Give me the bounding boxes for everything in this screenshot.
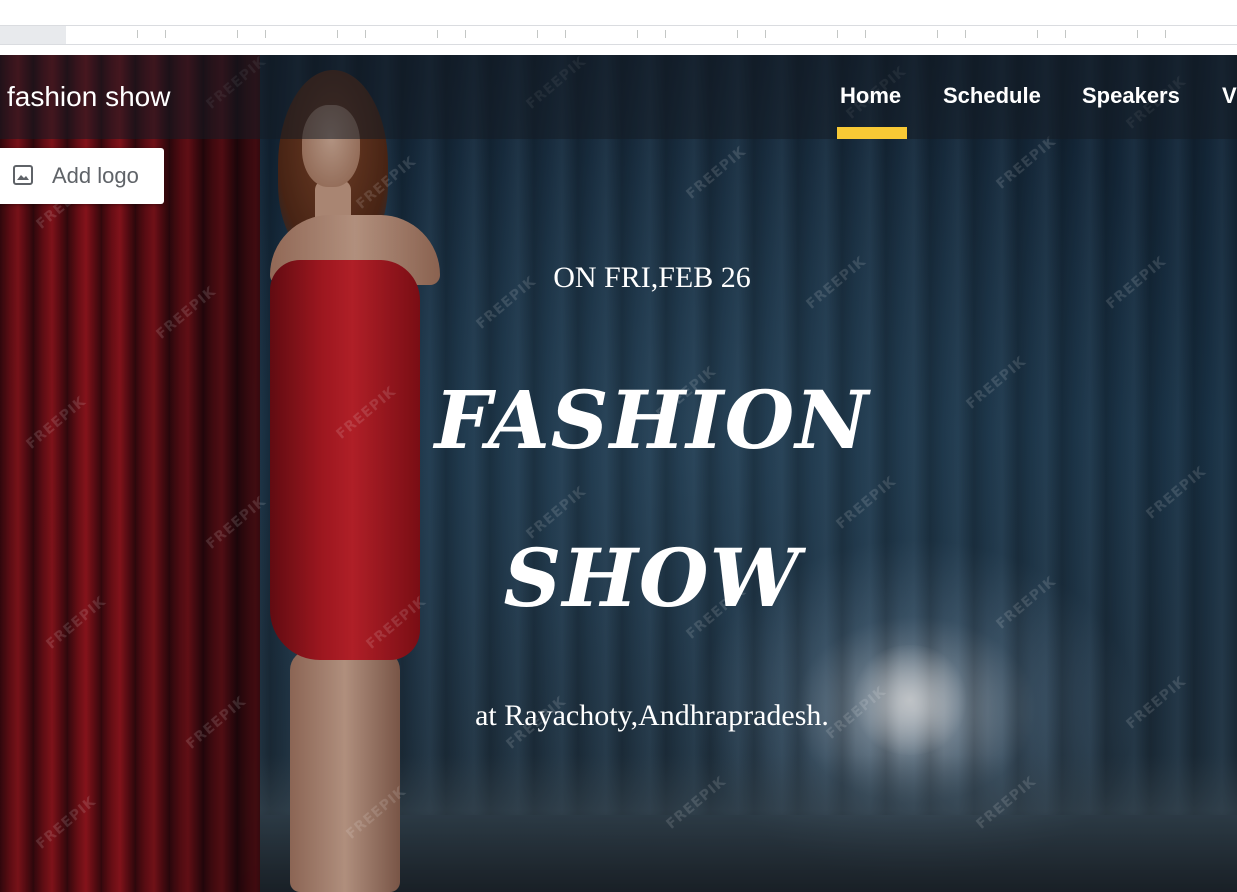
ruler-bar <box>0 25 1237 45</box>
ruler-tick <box>537 30 538 38</box>
ruler-tick <box>565 30 566 38</box>
ruler-tick <box>1037 30 1038 38</box>
ruler-tick <box>837 30 838 38</box>
ruler-tick <box>765 30 766 38</box>
ruler-margin <box>0 26 66 44</box>
event-title-line-1: FASHION <box>434 373 870 467</box>
ruler-tick <box>465 30 466 38</box>
ruler-tick <box>865 30 866 38</box>
ruler-tick <box>437 30 438 38</box>
ruler-tick <box>365 30 366 38</box>
ruler-tick <box>137 30 138 38</box>
ruler-tick <box>337 30 338 38</box>
ruler-tick <box>637 30 638 38</box>
ruler-tick <box>737 30 738 38</box>
ruler-tick <box>237 30 238 38</box>
event-date: ON FRI,FEB 26 <box>553 261 751 294</box>
ruler-tick <box>1165 30 1166 38</box>
event-title-line-2: SHOW <box>503 531 801 625</box>
ruler-tick <box>937 30 938 38</box>
ruler-tick <box>965 30 966 38</box>
ruler-tick <box>265 30 266 38</box>
editor-ruler <box>0 0 1237 55</box>
ruler-tick <box>1065 30 1066 38</box>
ruler-tick <box>1137 30 1138 38</box>
ruler-tick <box>665 30 666 38</box>
event-location: at Rayachoty,Andhrapradesh. <box>475 699 829 732</box>
ruler-tick <box>165 30 166 38</box>
hero-content: ON FRI,FEB 26 FASHION SHOW at Rayachoty,… <box>0 55 1237 892</box>
